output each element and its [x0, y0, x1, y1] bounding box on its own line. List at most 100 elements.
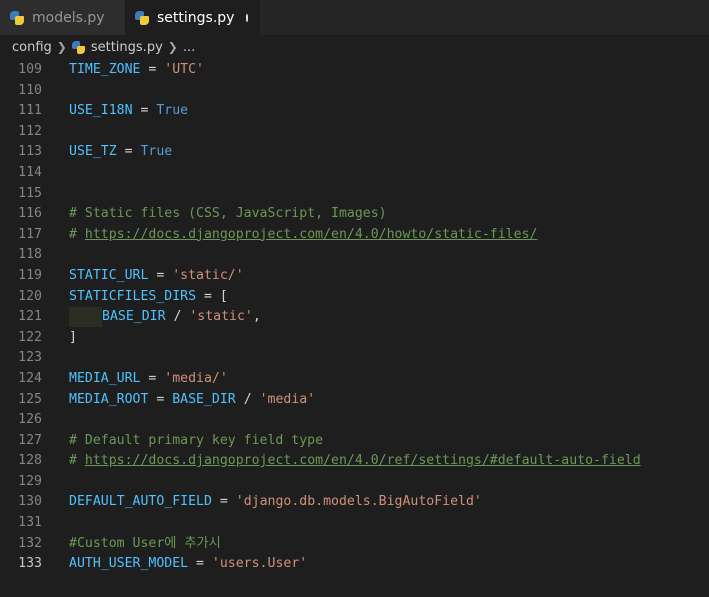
line-number: 124 [18, 370, 42, 386]
code-token: = [140, 370, 165, 386]
code-token: ] [69, 329, 77, 345]
code-token: 'UTC' [164, 62, 204, 77]
code-text: # Default primary key field type [69, 431, 323, 452]
code-text: DEFAULT_AUTO_FIELD = 'django.db.models.B… [69, 492, 482, 513]
breadcrumb-more[interactable]: ... [183, 40, 195, 55]
line-number: 113 [18, 144, 42, 160]
line-number: 109 [18, 62, 42, 77]
code-token: # Default primary key field type [69, 432, 324, 448]
line-number: 132 [18, 535, 42, 551]
code-line[interactable]: 132 #Custom User에 추가시 [0, 534, 709, 555]
line-number: 121 [18, 309, 42, 325]
code-token: 'django.db.models.BigAutoField' [235, 494, 482, 510]
line-number: 115 [18, 185, 42, 201]
code-token: TIME_ZONE [69, 62, 141, 77]
code-line[interactable]: 109 TIME_ZONE = 'UTC' [0, 60, 709, 81]
code-token: / [235, 391, 260, 407]
line-number: 123 [18, 350, 42, 366]
code-token: = [140, 62, 165, 77]
code-line[interactable]: 122] [0, 328, 709, 349]
code-line[interactable]: 118 [0, 245, 709, 266]
line-number: 116 [18, 206, 42, 222]
line-number: 119 [18, 267, 42, 283]
line-number: 110 [18, 82, 42, 98]
code-line[interactable]: 129 [0, 472, 709, 493]
line-number: 122 [18, 329, 42, 345]
code-token: = [ [196, 288, 228, 304]
code-token: USE_I18N [69, 103, 133, 119]
code-line[interactable]: 115 [0, 184, 709, 205]
code-line[interactable]: 125 MEDIA_ROOT = BASE_DIR / 'media' [0, 390, 709, 411]
code-line[interactable]: 110 [0, 81, 709, 102]
python-file-icon [135, 10, 149, 25]
code-line[interactable]: 127 # Default primary key field type [0, 431, 709, 452]
line-number: 129 [18, 473, 42, 489]
line-number: 117 [18, 226, 42, 242]
code-token: STATIC_URL [69, 267, 149, 283]
code-token: MEDIA_URL [69, 370, 141, 386]
code-token: BASE_DIR [102, 309, 166, 325]
code-token: STATICFILES_DIRS [69, 288, 197, 304]
code-text: TIME_ZONE = 'UTC' [69, 60, 204, 81]
code-token: = [148, 267, 173, 283]
indent-guide [69, 307, 102, 328]
code-token: = [148, 391, 173, 407]
code-token: 'static/' [172, 267, 244, 283]
code-token: MEDIA_ROOT [69, 391, 149, 407]
code-text: USE_TZ = True [69, 142, 172, 163]
line-number: 118 [18, 247, 42, 263]
chevron-right-icon: ❯ [167, 40, 178, 54]
code-token: 'static' [189, 309, 253, 325]
line-number: 131 [18, 515, 42, 531]
code-line[interactable]: 133 AUTH_USER_MODEL = 'users.User' [0, 554, 709, 575]
code-line[interactable]: 116 # Static files (CSS, JavaScript, Imag… [0, 204, 709, 225]
line-number: 128 [18, 453, 42, 469]
code-line[interactable]: 120 STATICFILES_DIRS = [ [0, 287, 709, 308]
code-text: USE_I18N = True [69, 101, 188, 122]
unsaved-changes-dot-icon[interactable] [246, 13, 248, 22]
code-token: https://docs.djangoproject.com/en/4.0/re… [84, 453, 641, 469]
code-text: STATICFILES_DIRS = [ [69, 287, 228, 308]
line-number: 111 [18, 103, 42, 119]
python-file-icon [71, 40, 85, 54]
code-line[interactable]: 119 STATIC_URL = 'static/' [0, 266, 709, 287]
chevron-right-icon: ❯ [56, 40, 67, 54]
line-number: 127 [18, 432, 42, 448]
code-token: True [140, 144, 173, 160]
code-text: BASE_DIR / 'static', [69, 307, 261, 328]
code-line[interactable]: 117 # https://docs.djangoproject.com/en/4… [0, 225, 709, 246]
code-line[interactable]: 114 [0, 163, 709, 184]
code-token: / [165, 309, 190, 325]
breadcrumb: config ❯ settings.py ❯ ... [0, 35, 709, 59]
code-text: AUTH_USER_MODEL = 'users.User' [69, 554, 307, 575]
code-line[interactable]: 128 # https://docs.djangoproject.com/en/4… [0, 451, 709, 472]
code-line[interactable]: 121 BASE_DIR / 'static', [0, 307, 709, 328]
code-line[interactable]: 123 [0, 348, 709, 369]
code-token: USE_TZ [69, 144, 117, 160]
tab-label: settings.py [157, 9, 235, 26]
code-text: MEDIA_ROOT = BASE_DIR / 'media' [69, 390, 315, 411]
code-text: STATIC_URL = 'static/' [69, 266, 244, 287]
code-text: # https://docs.djangoproject.com/en/4.0/… [69, 225, 537, 246]
code-text: #Custom User에 추가시 [69, 534, 221, 555]
code-text: MEDIA_URL = 'media/' [69, 369, 228, 390]
code-text: ] [69, 328, 77, 349]
tab-models-py[interactable]: models.py [0, 0, 125, 35]
code-line[interactable]: 111 USE_I18N = True [0, 101, 709, 122]
code-editor[interactable]: 109 TIME_ZONE = 'UTC' 110 111 USE_I18N = Tru… [0, 60, 709, 597]
code-token: # [69, 226, 85, 242]
code-line[interactable]: 112 [0, 122, 709, 143]
code-token: = [132, 103, 157, 119]
code-line[interactable]: 126 [0, 410, 709, 431]
code-line[interactable]: 131 [0, 513, 709, 534]
code-text: # https://docs.djangoproject.com/en/4.0/… [69, 451, 641, 472]
tab-bar: models.py settings.py [0, 0, 709, 35]
python-file-icon [10, 10, 24, 25]
code-line[interactable]: 124 MEDIA_URL = 'media/' [0, 369, 709, 390]
code-text: # Static files (CSS, JavaScript, Images) [69, 204, 387, 225]
tab-settings-py[interactable]: settings.py [125, 0, 260, 35]
breadcrumb-folder[interactable]: config [12, 40, 52, 55]
code-line[interactable]: 113 USE_TZ = True [0, 142, 709, 163]
code-line[interactable]: 130 DEFAULT_AUTO_FIELD = 'django.db.model… [0, 492, 709, 513]
breadcrumb-file[interactable]: settings.py [91, 40, 163, 55]
